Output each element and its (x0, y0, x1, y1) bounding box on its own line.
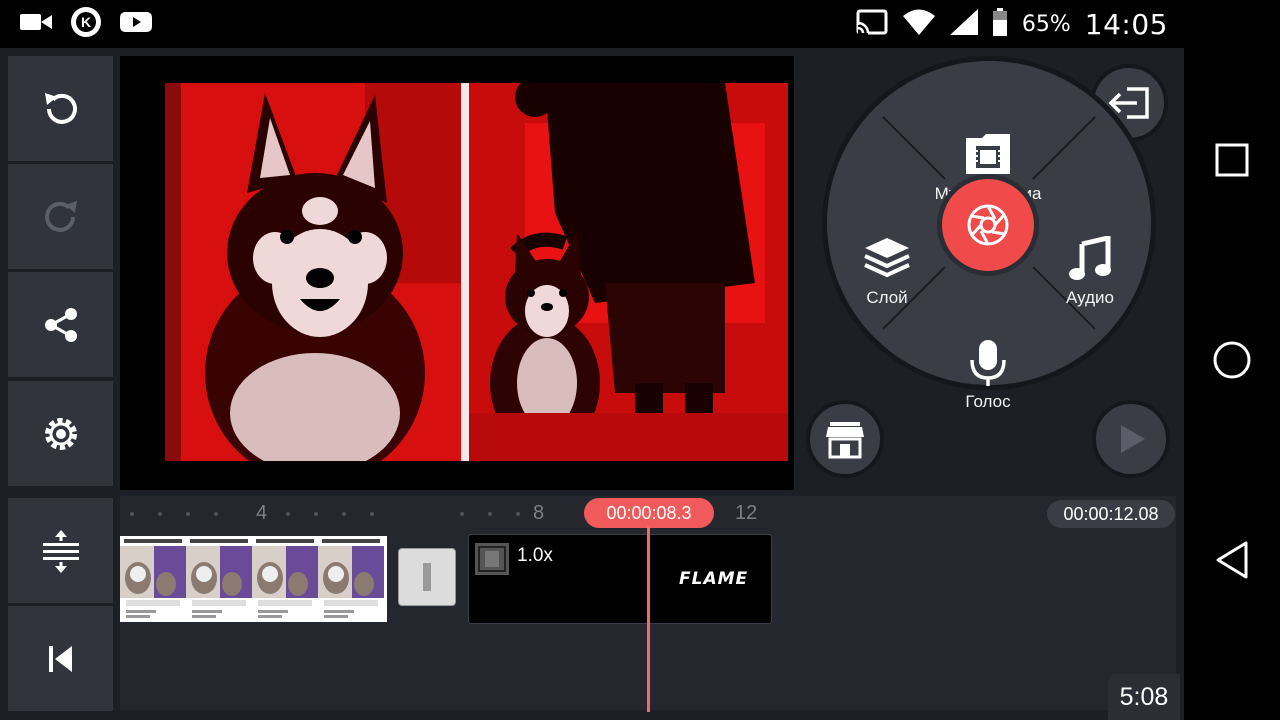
share-button[interactable] (8, 272, 113, 377)
clip-thumbnail (252, 536, 318, 622)
layer-menu-item[interactable]: Слой (852, 234, 922, 312)
playhead-time[interactable]: 00:00:08.3 (584, 498, 714, 528)
layers-icon (864, 238, 910, 278)
clip-thumbnail (318, 536, 384, 622)
settings-button[interactable] (8, 381, 113, 486)
audio-label: Аудио (1066, 288, 1114, 307)
ruler-tick (314, 512, 318, 516)
status-bar: K 65% 14:05 (0, 0, 1184, 48)
ruler-tick (342, 512, 346, 516)
ruler-tick (460, 512, 464, 516)
undo-button[interactable] (8, 56, 113, 161)
skip-to-start-icon (48, 645, 72, 672)
layer-label: Слой (866, 288, 908, 307)
settings-gear-icon (44, 417, 77, 450)
battery-percentage: 65% (1021, 11, 1071, 37)
home-button[interactable] (1208, 336, 1256, 384)
wifi-icon (902, 9, 936, 40)
ruler-tick (130, 512, 134, 516)
ruler-label: 8 (533, 502, 545, 524)
clip-title-text: FLAME (679, 569, 749, 589)
recents-button[interactable] (1208, 136, 1256, 184)
battery-icon (992, 7, 1008, 41)
clip-thumbnail (120, 536, 186, 622)
music-note-icon (1069, 236, 1111, 280)
play-icon (1121, 425, 1145, 453)
svg-text:K: K (81, 14, 91, 30)
cast-icon (856, 9, 888, 40)
back-triangle-icon (1216, 541, 1248, 579)
ruler-tick (158, 512, 162, 516)
ruler-tick (214, 512, 218, 516)
playhead-line[interactable] (647, 526, 650, 712)
jump-to-start-button[interactable] (8, 606, 113, 711)
timeline-height-button[interactable] (8, 498, 113, 603)
android-nav-bar (1184, 0, 1280, 720)
cell-signal-icon (949, 8, 978, 40)
video-frame (165, 83, 788, 461)
clock: 14:05 (1084, 7, 1168, 41)
play-button[interactable] (1092, 400, 1170, 478)
video-preview[interactable] (120, 56, 794, 490)
transition-button[interactable] (398, 548, 456, 606)
film-icon (475, 543, 509, 575)
video-camera-icon (20, 12, 52, 37)
voice-label: Голос (965, 392, 1011, 411)
youtube-icon (120, 10, 152, 39)
ruler-tick (186, 512, 190, 516)
microphone-icon (970, 340, 1006, 386)
redo-button[interactable] (8, 164, 113, 269)
transition-bar-icon (423, 563, 431, 591)
video-clip-2[interactable]: 1.0x FLAME (468, 534, 772, 624)
kinemaster-k-icon: K (70, 6, 102, 43)
total-duration: 00:00:12.08 (1047, 500, 1175, 528)
store-icon (826, 422, 864, 459)
video-frame-image (165, 83, 788, 461)
undo-icon (44, 92, 77, 124)
back-button[interactable] (1208, 536, 1256, 584)
ruler-tick (488, 512, 492, 516)
recents-square-icon (1215, 143, 1249, 177)
ruler-tick (286, 512, 290, 516)
video-clip-1[interactable] (120, 536, 387, 622)
share-icon (44, 307, 77, 342)
timeline-height-icon (42, 529, 79, 573)
ruler-label: 12 (735, 502, 758, 524)
redo-icon (44, 200, 77, 232)
capture-button[interactable] (937, 174, 1039, 276)
media-folder-icon (966, 134, 1010, 174)
camera-shutter-icon (967, 204, 1009, 246)
ruler-label: 4 (256, 502, 268, 524)
asset-store-button[interactable] (806, 400, 884, 478)
voice-menu-item[interactable]: Голос (948, 336, 1028, 416)
clip-speed: 1.0x (517, 545, 553, 566)
home-circle-icon (1213, 341, 1251, 379)
duration-badge: 5:08 (1108, 674, 1180, 720)
ruler-tick (516, 512, 520, 516)
ruler-tick (370, 512, 374, 516)
audio-menu-item[interactable]: Аудио (1054, 234, 1126, 312)
clip-thumbnail (186, 536, 252, 622)
timeline[interactable]: 4 8 12 00:00:08.3 00:00:12.08 1.0x FLAME (120, 496, 1176, 712)
